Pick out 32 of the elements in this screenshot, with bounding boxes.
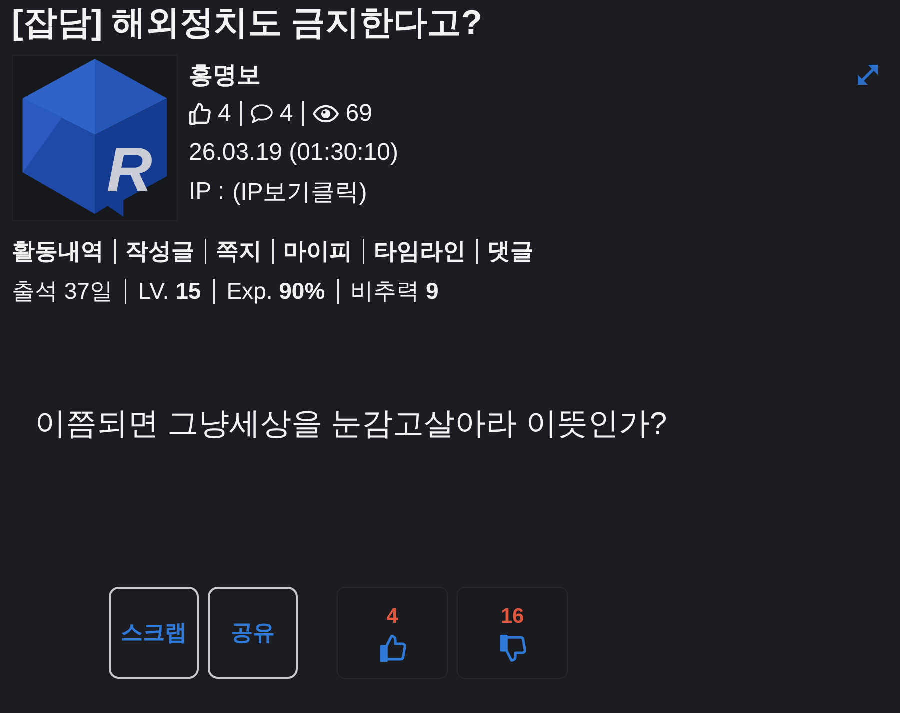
ip-label: IP : xyxy=(189,178,225,206)
like-button[interactable]: 4 xyxy=(337,587,448,679)
post-date: 26.03.19 (01:30:10) xyxy=(189,138,398,166)
stat-count: 69 xyxy=(346,100,372,128)
dislike-button[interactable]: 16 xyxy=(457,587,568,679)
scrap-button[interactable]: 스크랩 xyxy=(109,587,199,679)
profile-stat: Exp. 90% xyxy=(226,278,326,304)
profile-link[interactable]: 작성글 xyxy=(126,236,194,266)
vote-count: 4 xyxy=(386,604,398,628)
expand-icon[interactable] xyxy=(856,63,880,87)
speech-bubble-icon xyxy=(250,102,273,124)
thumbs-up-icon xyxy=(380,634,406,662)
thumbs-down-icon xyxy=(500,634,526,662)
profile-stat: 비추력 9 xyxy=(350,276,439,306)
share-button[interactable]: 공유 xyxy=(208,587,298,679)
profile-link[interactable]: 마이피 xyxy=(284,236,352,266)
profile-stat: 출석 37일 xyxy=(12,276,113,306)
stat-count: 4 xyxy=(218,100,232,128)
eye-icon xyxy=(312,104,339,122)
profile-link[interactable]: 쪽지 xyxy=(216,236,262,266)
author-name: 홍명보 xyxy=(189,60,261,90)
thumbs-up-icon xyxy=(189,102,211,124)
profile-link[interactable]: 타임라인 xyxy=(374,236,466,266)
profile-link[interactable]: 활동내역 xyxy=(12,236,104,266)
vote-count: 16 xyxy=(500,604,524,628)
stat-count: 4 xyxy=(280,100,294,128)
profile-link[interactable]: 댓글 xyxy=(488,236,534,266)
post-title: [잡담] 해외정치도 금지한다고? xyxy=(12,3,482,44)
avatar-logo-drawing: R xyxy=(12,55,178,221)
ip-link[interactable]: (IP보기클릭) xyxy=(232,176,368,208)
profile-stat: LV. 15 xyxy=(138,278,202,304)
post-body: 이쯤되면 그냥세상을 눈감고살아라 이뜻인가? xyxy=(35,405,668,443)
